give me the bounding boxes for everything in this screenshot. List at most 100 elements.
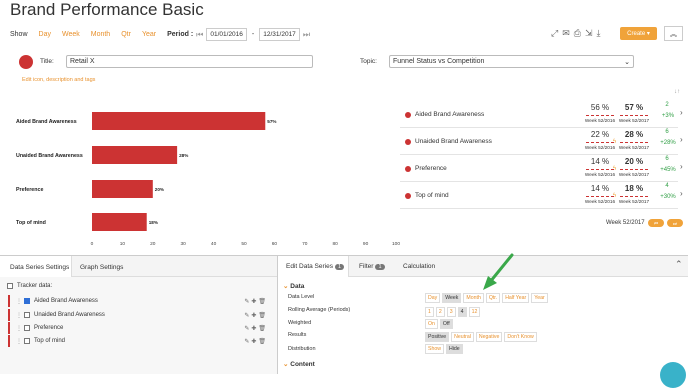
metric-row[interactable]: Aided Brand Awareness 56 % Week 52/2016 …	[400, 101, 683, 128]
collapse-button[interactable]: ︽	[664, 26, 683, 41]
data-level-half-year[interactable]: Half Year	[502, 293, 530, 303]
fullscreen-icon[interactable]: ⤢	[551, 28, 558, 39]
results-dont-know[interactable]: Don't Know	[504, 332, 537, 342]
rolling-3[interactable]: 3	[446, 307, 456, 317]
series-color-bar	[8, 322, 10, 334]
bar-chart: 0 10 20 30 40 50 60 70 80 90 100 Aided Brand Awaren…	[16, 112, 400, 247]
series-item[interactable]: ⋮ Preference ✎✚🗑	[8, 322, 268, 334]
metric-current: 18 %	[624, 184, 644, 193]
metric-row[interactable]: Preference 14 % Week 52/2016 ϟ 20 % Week…	[400, 155, 683, 182]
period-toolbar: Show Day Week Month Qtr Year Period : ⏮ …	[10, 28, 310, 41]
chevron-right-icon[interactable]: ›	[680, 108, 683, 117]
tracker-checkbox[interactable]	[7, 283, 13, 289]
series-checkbox[interactable]	[24, 298, 30, 304]
series-color-dot	[405, 112, 411, 118]
results-selector: Positive Neutral Negative Don't Know	[425, 332, 537, 342]
tab-filter-label: Filter	[359, 263, 374, 270]
period-year[interactable]: Year	[142, 31, 156, 38]
series-checkbox[interactable]	[24, 338, 30, 344]
current-divider	[620, 196, 648, 197]
period-month[interactable]: Month	[91, 31, 110, 38]
data-level-qtr[interactable]: Qtr.	[485, 293, 501, 303]
sort-icon[interactable]: ↓↑	[674, 89, 680, 95]
date-from-field[interactable]: 01/01/2016	[206, 28, 247, 41]
tab-edit-data-series[interactable]: Edit Data Series 1	[286, 263, 345, 270]
current-week: Week 52/2017	[618, 172, 650, 177]
previous-week-button[interactable]: ⏮	[648, 219, 664, 227]
edit-icon-link[interactable]: Edit icon, description and tags	[22, 77, 95, 83]
series-color-bar	[8, 295, 10, 307]
export-icon[interactable]: ⇲	[585, 28, 593, 39]
series-item[interactable]: ⋮ Unaided Brand Awareness ✎✚🗑	[8, 309, 268, 321]
topic-select[interactable]: Funnel Status vs Competition ⌄	[389, 55, 634, 68]
print-icon[interactable]: ⎙	[574, 28, 581, 39]
series-actions[interactable]: ✎✚🗑	[244, 312, 268, 319]
chevron-right-icon[interactable]: ›	[680, 135, 683, 144]
chevron-right-icon[interactable]: ›	[680, 162, 683, 171]
tab-graph-settings[interactable]: Graph Settings	[80, 264, 123, 271]
data-level-year[interactable]: Year	[531, 293, 548, 303]
series-actions[interactable]: ✎✚🗑	[244, 338, 268, 345]
distribution-hide[interactable]: Hide	[445, 344, 463, 354]
metric-name: Unaided Brand Awareness	[415, 138, 492, 145]
title-input[interactable]: Retail X	[66, 55, 313, 68]
data-level-selector: Day Week Month Qtr. Half Year Year	[425, 293, 548, 303]
data-section-heading[interactable]: ⌄ Data	[283, 282, 304, 290]
rolling-2[interactable]: 2	[435, 307, 445, 317]
weighted-off[interactable]: Off	[439, 319, 453, 329]
create-button[interactable]: Create ▾	[620, 27, 657, 40]
results-negative[interactable]: Negative	[475, 332, 503, 342]
chevron-right-icon[interactable]: ›	[680, 189, 683, 198]
series-actions[interactable]: ✎✚🗑	[244, 325, 268, 332]
date-to-field[interactable]: 12/31/2017	[259, 28, 300, 41]
metric-row[interactable]: Top of mind 14 % Week 52/2016 ϟ 18 % Wee…	[400, 182, 683, 209]
tab-data-series-settings[interactable]: Data Series Settings	[10, 264, 69, 271]
download-icon[interactable]: ⤓	[597, 28, 601, 39]
drag-handle-icon[interactable]: ⋮	[16, 298, 22, 305]
metric-row[interactable]: Unaided Brand Awareness 22 % Week 52/201…	[400, 128, 683, 155]
rolling-4[interactable]: 4	[457, 307, 467, 317]
last-period-icon[interactable]: ⏭	[303, 30, 310, 40]
tracker-row[interactable]: Tracker data:	[5, 283, 52, 289]
period-qtr[interactable]: Qtr	[121, 31, 131, 38]
results-neutral[interactable]: Neutral	[451, 332, 474, 342]
toolbar-icons: ⤢ ✉ ⎙ ⇲ ⤓	[551, 28, 600, 39]
category-label: Aided Brand Awareness	[16, 119, 77, 125]
email-icon[interactable]: ✉	[562, 28, 570, 39]
period-week[interactable]: Week	[62, 31, 80, 38]
change-value: 2	[665, 102, 669, 108]
change-value: 4	[665, 183, 669, 189]
data-level-month[interactable]: Month	[463, 293, 484, 303]
chevron-up-icon[interactable]: ⌃	[675, 259, 683, 270]
results-positive[interactable]: Positive	[425, 332, 450, 342]
rolling-1[interactable]: 1	[425, 307, 434, 317]
rolling-12[interactable]: 12	[468, 307, 481, 317]
chat-bubble-icon[interactable]	[660, 362, 686, 388]
content-section-heading[interactable]: ⌄ Content	[283, 360, 315, 368]
series-item[interactable]: ⋮ Top of mind ✎✚🗑	[8, 335, 268, 347]
next-week-button[interactable]: ⏭	[667, 219, 683, 227]
series-actions[interactable]: ✎✚🗑	[244, 298, 268, 305]
series-item[interactable]: ⋮ Aided Brand Awareness ✎✚🗑	[8, 295, 268, 307]
x-tick-label: 100	[392, 241, 400, 247]
period-day[interactable]: Day	[39, 31, 51, 38]
metric-previous: 14 %	[590, 157, 610, 166]
category-label: Preference	[16, 187, 43, 193]
drag-handle-icon[interactable]: ⋮	[16, 312, 22, 319]
weighted-on[interactable]: On	[425, 319, 438, 329]
x-tick-label: 60	[272, 241, 278, 247]
first-period-icon[interactable]: ⏮	[196, 30, 203, 40]
chart-icon-circle[interactable]	[19, 55, 33, 69]
drag-handle-icon[interactable]: ⋮	[16, 325, 22, 332]
page-title: Brand Performance Basic	[10, 0, 204, 19]
tab-filter[interactable]: Filter 1	[359, 263, 385, 270]
tab-calculation[interactable]: Calculation	[403, 263, 435, 270]
results-label: Results	[288, 332, 307, 338]
series-checkbox[interactable]	[24, 312, 30, 318]
data-level-week[interactable]: Week	[442, 293, 462, 303]
series-checkbox[interactable]	[24, 325, 30, 331]
drag-handle-icon[interactable]: ⋮	[16, 338, 22, 345]
distribution-show[interactable]: Show	[425, 344, 444, 354]
data-label: 20%	[155, 187, 164, 192]
data-level-day[interactable]: Day	[425, 293, 441, 303]
